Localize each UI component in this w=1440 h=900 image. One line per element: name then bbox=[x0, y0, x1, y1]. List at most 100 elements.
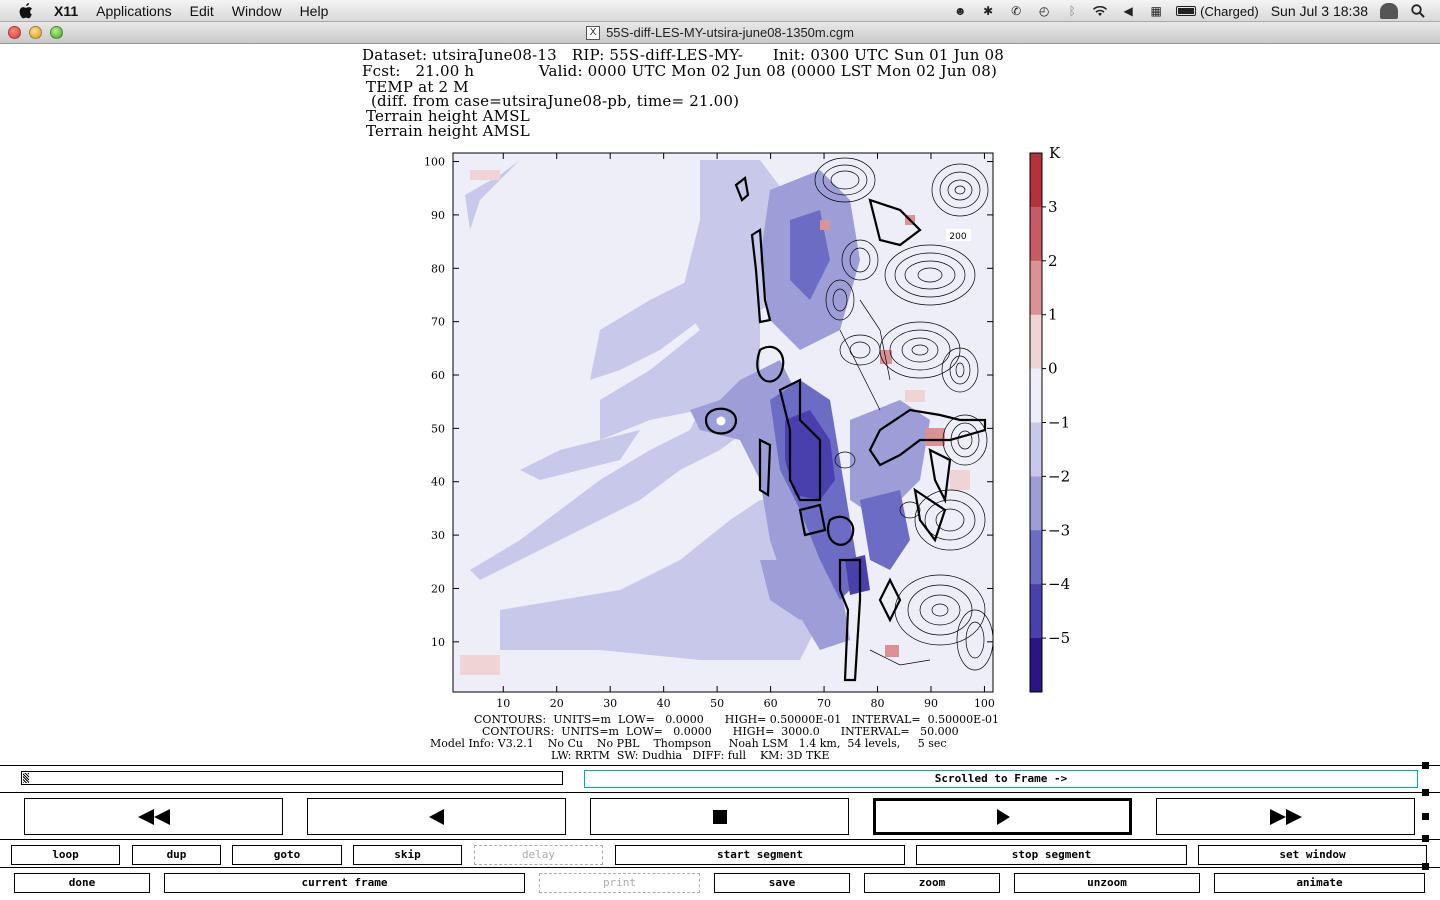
stop-segment-button[interactable]: stop segment bbox=[916, 845, 1187, 865]
y-axis-ticks: 10 20 30 40 50 60 70 80 90 100 bbox=[424, 156, 993, 649]
resize-handle[interactable] bbox=[1422, 835, 1429, 842]
wifi-icon[interactable] bbox=[1092, 4, 1108, 18]
contour-label-box bbox=[946, 229, 971, 241]
panel-divider-1 bbox=[0, 765, 1440, 766]
dup-button[interactable]: dup bbox=[132, 845, 221, 865]
colorbar-label: −4 bbox=[1048, 575, 1070, 593]
resize-handle[interactable] bbox=[1422, 762, 1429, 769]
y-tick-label: 70 bbox=[431, 316, 445, 329]
y-tick-label: 10 bbox=[431, 636, 445, 649]
skip-button[interactable]: skip bbox=[353, 845, 462, 865]
colorbar-segment bbox=[1030, 314, 1042, 370]
window-titlebar[interactable]: X 55S-diff-LES-MY-utsira-june08-1350m.cg… bbox=[0, 22, 1440, 44]
bluetooth-tool-icon[interactable]: ✱ bbox=[980, 4, 996, 18]
zoom-window-button[interactable] bbox=[50, 26, 63, 39]
menu-applications[interactable]: Applications bbox=[96, 3, 172, 19]
y-tick-label: 80 bbox=[431, 262, 445, 275]
frame-scrollbar[interactable] bbox=[21, 771, 563, 785]
colorbar-segment bbox=[1030, 368, 1042, 423]
stop-button[interactable] bbox=[590, 798, 849, 835]
loop-button[interactable]: loop bbox=[11, 845, 120, 865]
volume-icon[interactable]: ◀ bbox=[1120, 4, 1136, 18]
play-icon bbox=[996, 808, 1010, 825]
frame-scrollbar-thumb[interactable] bbox=[23, 773, 29, 783]
colorbar-label: −5 bbox=[1048, 629, 1070, 647]
window-controls bbox=[8, 26, 63, 39]
zoom-button[interactable]: zoom bbox=[864, 873, 1000, 893]
colorbar-frame bbox=[1029, 152, 1043, 693]
x-tick-label: 20 bbox=[550, 697, 564, 710]
battery-status[interactable]: (Charged) bbox=[1176, 4, 1259, 19]
unzoom-button[interactable]: unzoom bbox=[1014, 873, 1200, 893]
x-tick-label: 60 bbox=[764, 697, 778, 710]
menu-help[interactable]: Help bbox=[300, 3, 329, 19]
shading-minus3-4 bbox=[770, 210, 910, 600]
shading-minus1-2 bbox=[465, 160, 820, 660]
header-line-terrain-2: Terrain height AMSL bbox=[366, 122, 530, 140]
colorbar-segment bbox=[1030, 153, 1042, 208]
panel-divider-3 bbox=[0, 839, 1440, 840]
x-tick-label: 40 bbox=[657, 697, 671, 710]
play-button[interactable] bbox=[873, 798, 1132, 835]
x-tick-label: 100 bbox=[974, 697, 995, 710]
y-tick-label: 20 bbox=[431, 582, 445, 595]
print-button[interactable]: print bbox=[539, 873, 700, 893]
animate-button[interactable]: animate bbox=[1214, 873, 1425, 893]
close-window-button[interactable] bbox=[8, 26, 21, 39]
save-button[interactable]: save bbox=[714, 873, 850, 893]
alien-icon[interactable]: ☻ bbox=[952, 4, 968, 18]
step-back-button[interactable] bbox=[307, 798, 566, 835]
colorbar-segment bbox=[1030, 584, 1042, 639]
colorbar-segment bbox=[1030, 530, 1042, 585]
start-segment-button[interactable]: start segment bbox=[615, 845, 905, 865]
time-machine-icon[interactable]: ◴ bbox=[1036, 4, 1052, 18]
user-icon[interactable] bbox=[1380, 3, 1398, 19]
colorbar-label: 1 bbox=[1048, 306, 1058, 324]
shading-minus2-3 bbox=[690, 170, 930, 650]
panel-divider-2 bbox=[0, 792, 1440, 793]
coastline-contour bbox=[704, 176, 987, 682]
spotlight-search-icon[interactable] bbox=[1410, 4, 1426, 18]
colorbar-segment bbox=[1030, 476, 1042, 531]
y-tick-label: 30 bbox=[431, 529, 445, 542]
rewind-icon bbox=[137, 808, 170, 825]
shading-slightly-positive bbox=[460, 170, 970, 675]
menubar-clock[interactable]: Sun Jul 3 18:38 bbox=[1271, 3, 1368, 19]
colorbar-segment bbox=[1030, 260, 1042, 316]
colorbar: K 3 2 1 0 −1 −2 −3 −4 −5 bbox=[1029, 144, 1070, 693]
y-tick-label: 60 bbox=[431, 369, 445, 382]
resize-handle[interactable] bbox=[1422, 813, 1429, 820]
panel-divider-4 bbox=[0, 867, 1440, 868]
battery-label: (Charged) bbox=[1200, 3, 1259, 19]
apple-menu-icon[interactable] bbox=[18, 2, 40, 20]
terrain-contours bbox=[814, 157, 993, 671]
done-button[interactable]: done bbox=[14, 873, 150, 893]
shading-positive bbox=[820, 215, 945, 657]
station-marker bbox=[716, 416, 726, 426]
minimize-window-button[interactable] bbox=[29, 26, 42, 39]
shading-minus4-5 bbox=[785, 410, 870, 595]
current-frame-button[interactable]: current frame bbox=[164, 873, 525, 893]
battery-icon bbox=[1176, 6, 1197, 16]
y-tick-label: 100 bbox=[424, 156, 445, 169]
goto-button[interactable]: goto bbox=[232, 845, 342, 865]
x-tick-label: 30 bbox=[603, 697, 617, 710]
calendar-icon[interactable]: ▦ bbox=[1148, 4, 1164, 18]
resize-handle[interactable] bbox=[1422, 789, 1429, 796]
menu-app-x11[interactable]: X11 bbox=[54, 3, 78, 19]
map-background bbox=[453, 153, 993, 692]
x-axis-ticks: 10 20 30 40 50 60 70 80 90 100 bbox=[496, 153, 995, 710]
footer-physics: LW: RRTM SW: Dudhia DIFF: full KM: 3D TK… bbox=[551, 749, 830, 762]
delay-button[interactable]: delay bbox=[474, 845, 603, 865]
status-field: Scrolled to Frame -> bbox=[584, 770, 1418, 788]
colorbar-label: 3 bbox=[1048, 198, 1058, 216]
bluetooth-icon[interactable]: ᛒ bbox=[1064, 4, 1080, 18]
phone-icon[interactable]: ✆ bbox=[1008, 4, 1024, 18]
colorbar-label: −2 bbox=[1048, 467, 1070, 485]
fast-forward-button[interactable] bbox=[1156, 798, 1415, 835]
rewind-button[interactable] bbox=[24, 798, 283, 835]
menu-edit[interactable]: Edit bbox=[190, 3, 214, 19]
x-tick-label: 10 bbox=[496, 697, 510, 710]
set-window-button[interactable]: set window bbox=[1198, 845, 1427, 865]
menu-window[interactable]: Window bbox=[232, 3, 282, 19]
